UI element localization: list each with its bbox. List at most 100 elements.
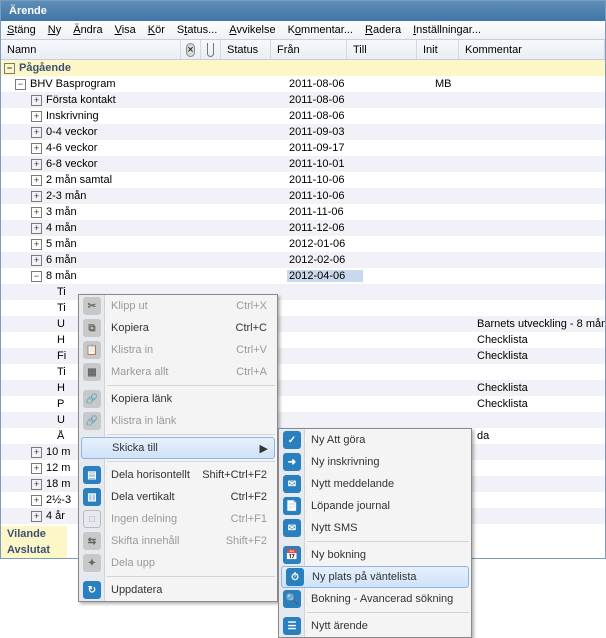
program-row[interactable]: − BHV Basprogram 2011-08-06 MB <box>1 76 605 92</box>
col-attachment-icon[interactable] <box>201 40 221 59</box>
table-row[interactable]: +6 mån2012-02-06 <box>1 252 605 268</box>
menu-kor[interactable]: Kör <box>148 24 165 36</box>
row-comment: Checklista <box>475 350 605 362</box>
table-row[interactable]: +Inskrivning2011-08-06 <box>1 108 605 124</box>
row-comment: Checklista <box>475 382 605 394</box>
menu-inst[interactable]: Inställningar... <box>413 24 481 36</box>
row-name: H <box>57 334 65 346</box>
submenu-item-ny-plats-p-v-ntelista[interactable]: ⏱Ny plats på väntelista <box>281 566 469 588</box>
expand-icon[interactable]: + <box>31 255 42 266</box>
col-kommentar[interactable]: Kommentar <box>459 40 605 59</box>
menu-item-kopiera[interactable]: ⧉KopieraCtrl+C <box>79 317 277 339</box>
submenu-item-label: Ny Att göra <box>311 434 365 446</box>
col-status[interactable]: Status <box>221 40 271 59</box>
menu-item-dela-horisontellt[interactable]: ▤Dela horisontelltShift+Ctrl+F2 <box>79 464 277 486</box>
table-row[interactable]: −8 mån2012-04-06 <box>1 268 605 284</box>
menu-item-skicka-till[interactable]: Skicka till ▶ <box>81 437 275 459</box>
submenu-item-label: Ny bokning <box>311 549 366 561</box>
row-name: Fi <box>57 350 66 362</box>
menu-item-kopiera-l-nk[interactable]: 🔗Kopiera länk <box>79 388 277 410</box>
submenu-item-bokning-avancerad-s-kning[interactable]: 🔍Bokning - Avancerad sökning <box>279 588 471 610</box>
collapse-icon[interactable]: − <box>15 79 26 90</box>
menu-item-label: Dela vertikalt <box>111 491 175 503</box>
menu-radera[interactable]: Radera <box>365 24 401 36</box>
menubar: Stäng Ny Ändra Visa Kör Status... Avvike… <box>1 21 605 40</box>
menu-avvik[interactable]: Avvikelse <box>229 24 275 36</box>
menu-status[interactable]: Status... <box>177 24 217 36</box>
submenu-item-ny-bokning[interactable]: 📅 Ny bokning <box>279 544 471 566</box>
col-from[interactable]: Från <box>271 40 347 59</box>
submenu-item-nytt-sms[interactable]: ✉Nytt SMS <box>279 517 471 539</box>
menu-item-dela-vertikalt[interactable]: ▥Dela vertikaltCtrl+F2 <box>79 486 277 508</box>
group-pagaende[interactable]: − Pågående <box>1 60 605 76</box>
expand-icon[interactable]: + <box>31 239 42 250</box>
group-avslutat[interactable]: Avslutat <box>1 542 67 558</box>
row-name: 2 mån samtal <box>46 174 112 186</box>
expand-icon[interactable]: + <box>31 143 42 154</box>
expand-icon[interactable]: + <box>31 479 42 490</box>
table-row[interactable]: +Första kontakt2011-08-06 <box>1 92 605 108</box>
row-from: 2011-09-17 <box>287 142 363 154</box>
window-title: Ärende <box>1 1 605 21</box>
expand-icon[interactable]: + <box>31 447 42 458</box>
menu-andra[interactable]: Ändra <box>73 24 102 36</box>
send-to-submenu: ✓Ny Att göra➜Ny inskrivning✉Nytt meddela… <box>278 428 472 638</box>
menu-item-uppdatera[interactable]: ↻Uppdatera <box>79 579 277 601</box>
expand-icon[interactable]: + <box>31 191 42 202</box>
expand-icon[interactable]: + <box>31 159 42 170</box>
expand-icon[interactable]: + <box>31 495 42 506</box>
row-name: 4-6 veckor <box>46 142 97 154</box>
table-row[interactable]: +2 mån samtal 2011-10-06 <box>1 172 605 188</box>
menu-stang[interactable]: Stäng <box>7 24 36 36</box>
table-row[interactable]: +4-6 veckor 2011-09-17 <box>1 140 605 156</box>
collapse-icon[interactable]: − <box>4 63 15 74</box>
col-name[interactable]: Namn <box>1 40 181 59</box>
submenu-item-l-pande-journal[interactable]: 📄Löpande journal <box>279 495 471 517</box>
menu-item-label: Klistra in länk <box>111 415 176 427</box>
row-from: 2012-01-06 <box>287 238 363 250</box>
row-name: 12 m <box>46 462 70 474</box>
col-init[interactable]: Init <box>417 40 459 59</box>
expand-icon[interactable]: + <box>31 463 42 474</box>
expand-icon[interactable]: + <box>31 95 42 106</box>
menu-icon: ✦ <box>83 554 101 572</box>
program-name: BHV Basprogram <box>30 78 116 90</box>
submenu-icon: ✉ <box>283 475 301 493</box>
submenu-arrow-icon: ▶ <box>260 442 268 455</box>
submenu-item-nytt-meddelande[interactable]: ✉Nytt meddelande <box>279 473 471 495</box>
table-row[interactable]: +4 mån2011-12-06 <box>1 220 605 236</box>
row-from: 2011-10-06 <box>287 174 363 186</box>
table-row[interactable]: +0-4 veckor2011-09-03 <box>1 124 605 140</box>
menu-item-label: Dela upp <box>111 557 155 569</box>
table-row[interactable]: +3 mån2011-11-06 <box>1 204 605 220</box>
menu-item-label: Skicka till <box>112 442 158 454</box>
submenu-item-ny-att-g-ra[interactable]: ✓Ny Att göra <box>279 429 471 451</box>
expand-icon[interactable]: + <box>31 111 42 122</box>
submenu-item-label: Ny inskrivning <box>311 456 379 468</box>
menu-shortcut: Ctrl+X <box>236 300 267 312</box>
col-to[interactable]: Till <box>347 40 417 59</box>
menu-visa[interactable]: Visa <box>115 24 136 36</box>
table-row[interactable]: +6-8 veckor2011-10-01 <box>1 156 605 172</box>
table-row[interactable]: +5 mån2012-01-06 <box>1 236 605 252</box>
submenu-item-nytt-rende[interactable]: ☰Nytt ärende <box>279 615 471 637</box>
menu-ny[interactable]: Ny <box>48 24 61 36</box>
menu-komm[interactable]: Kommentar... <box>288 24 353 36</box>
col-cancel-icon[interactable]: × <box>181 40 201 59</box>
row-name: 18 m <box>46 478 70 490</box>
expand-icon[interactable]: + <box>31 175 42 186</box>
menu-icon: 📋 <box>83 341 101 359</box>
group-vilande[interactable]: Vilande <box>1 526 67 542</box>
collapse-icon[interactable]: − <box>31 271 42 282</box>
expand-icon[interactable]: + <box>31 207 42 218</box>
submenu-icon: 📅 <box>283 546 301 564</box>
menu-icon: ⇆ <box>83 532 101 550</box>
table-row[interactable]: +2-3 mån2011-10-06 <box>1 188 605 204</box>
expand-icon[interactable]: + <box>31 223 42 234</box>
expand-icon[interactable]: + <box>31 127 42 138</box>
submenu-item-ny-inskrivning[interactable]: ➜Ny inskrivning <box>279 451 471 473</box>
row-name: U <box>57 414 65 426</box>
menu-shortcut: Ctrl+A <box>236 366 267 378</box>
row-name: 2½-3 <box>46 494 71 506</box>
expand-icon[interactable]: + <box>31 511 42 522</box>
